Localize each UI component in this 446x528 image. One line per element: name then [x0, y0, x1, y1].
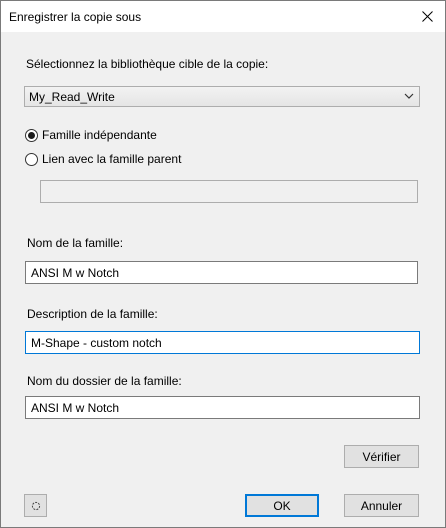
parent-link-label: Lien avec la famille parent	[42, 152, 182, 166]
family-description-label: Description de la famille:	[27, 307, 158, 321]
save-copy-dialog: Enregistrer la copie sous Sélectionnez l…	[0, 0, 446, 528]
close-icon	[421, 11, 433, 22]
independent-family-radio[interactable]	[25, 129, 38, 142]
chevron-down-icon	[404, 93, 414, 99]
help-icon	[31, 501, 40, 510]
close-button[interactable]	[409, 1, 445, 32]
title-bar: Enregistrer la copie sous	[1, 1, 445, 32]
independent-family-label: Famille indépendante	[42, 128, 157, 142]
parent-family-field[interactable]	[40, 180, 418, 203]
family-folder-label: Nom du dossier de la famille:	[27, 374, 182, 388]
cancel-button[interactable]: Annuler	[344, 494, 419, 517]
library-label: Sélectionnez la bibliothèque cible de la…	[26, 57, 269, 71]
radio-selected-dot	[28, 132, 35, 139]
parent-family-input[interactable]	[41, 181, 417, 202]
ok-button[interactable]: OK	[245, 494, 319, 517]
family-folder-input[interactable]	[26, 397, 419, 418]
family-name-input[interactable]	[26, 262, 417, 283]
verify-button[interactable]: Vérifier	[344, 445, 419, 468]
help-button[interactable]	[24, 494, 47, 517]
family-name-label: Nom de la famille:	[27, 236, 124, 250]
family-description-input[interactable]	[26, 332, 419, 353]
library-selected-value: My_Read_Write	[29, 90, 115, 104]
parent-link-radio[interactable]	[25, 153, 38, 166]
family-name-field[interactable]	[25, 261, 418, 284]
library-select[interactable]: My_Read_Write	[24, 86, 420, 107]
window-title: Enregistrer la copie sous	[9, 10, 142, 24]
family-description-field[interactable]	[25, 331, 420, 354]
family-folder-field[interactable]	[25, 396, 420, 419]
